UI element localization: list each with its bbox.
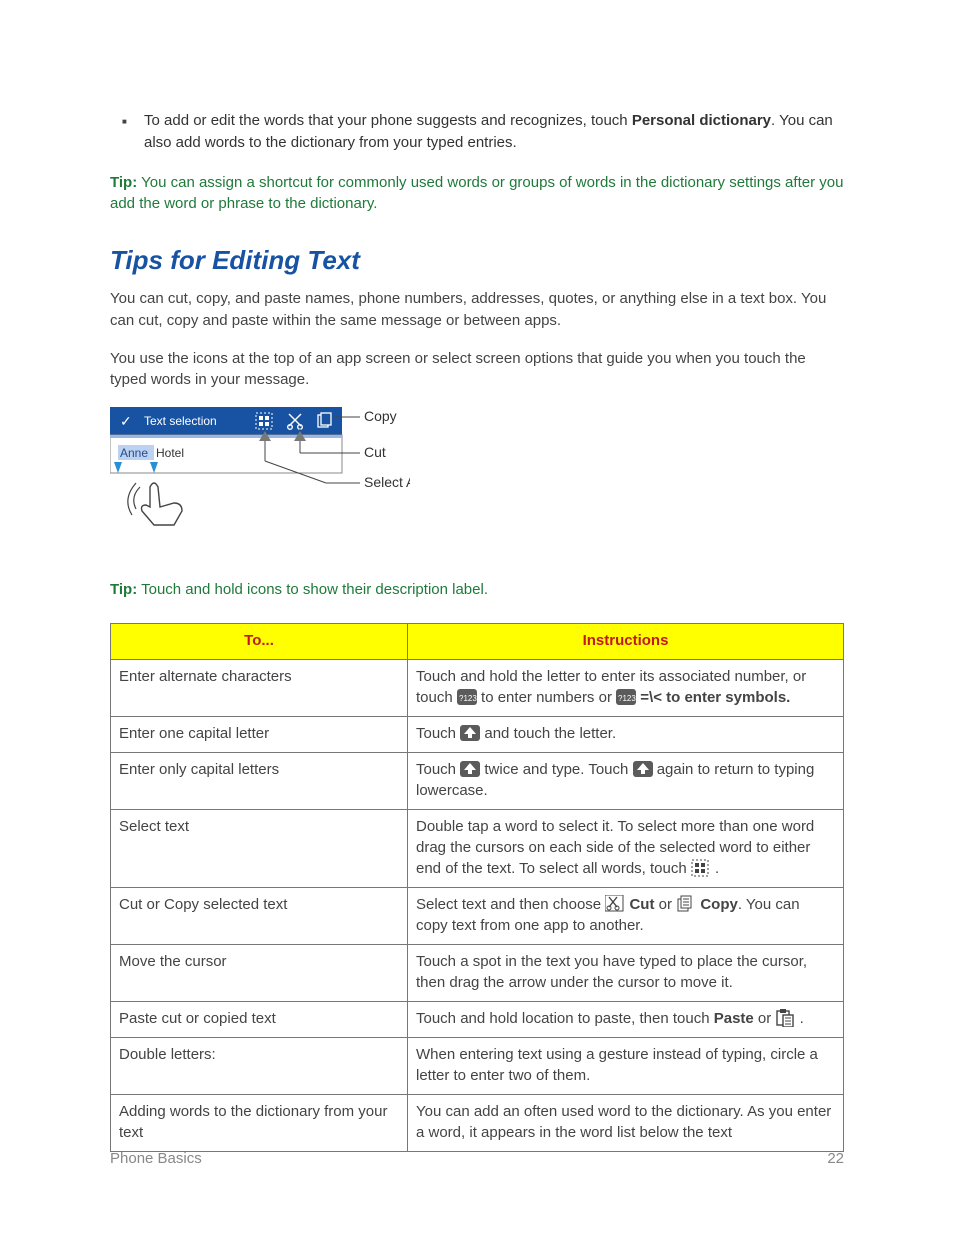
table-row: Enter only capital letters Touch twice a…	[111, 752, 844, 809]
header-to: To...	[111, 623, 408, 659]
instructions-table: To... Instructions Enter alternate chara…	[110, 623, 844, 1152]
touch-hand-icon	[128, 483, 182, 525]
tip-text: You can assign a shortcut for commonly u…	[110, 174, 843, 213]
shift-icon	[633, 761, 653, 777]
body-para-1: You can cut, copy, and paste names, phon…	[110, 288, 844, 332]
cell-to: Select text	[111, 809, 408, 887]
shift-icon	[460, 725, 480, 741]
header-instructions: Instructions	[408, 623, 844, 659]
toolbar-label: Text selection	[144, 414, 217, 428]
q123-icon: ?123	[457, 689, 477, 705]
cell-to: Double letters:	[111, 1037, 408, 1094]
body-para-2: You use the icons at the top of an app s…	[110, 348, 844, 392]
cell-ins: Touch and hold the letter to enter its a…	[408, 659, 844, 716]
footer-section: Phone Basics	[110, 1150, 202, 1167]
selected-text: Anne	[120, 446, 148, 460]
check-icon: ✓	[120, 413, 132, 429]
cell-ins: Select text and then choose Cut or Copy.…	[408, 887, 844, 944]
cell-to: Enter only capital letters	[111, 752, 408, 809]
text-selection-diagram: ✓ Text selection	[110, 407, 410, 561]
svg-text:?123: ?123	[618, 694, 636, 703]
tip-label: Tip:	[110, 581, 137, 598]
table-row: Enter alternate characters Touch and hol…	[111, 659, 844, 716]
table-row: Move the cursor Touch a spot in the text…	[111, 944, 844, 1001]
footer-page: 22	[827, 1150, 844, 1167]
cut-label: Cut	[625, 896, 654, 913]
table-header-row: To... Instructions	[111, 623, 844, 659]
table-row: Paste cut or copied text Touch and hold …	[111, 1001, 844, 1037]
cell-to: Adding words to the dictionary from your…	[111, 1094, 408, 1151]
shift-icon	[460, 761, 480, 777]
bullet-list: To add or edit the words that your phone…	[110, 110, 844, 154]
label-copy: Copy	[364, 408, 397, 424]
cell-ins: Touch and touch the letter.	[408, 716, 844, 752]
table-row: Enter one capital letter Touch and touch…	[111, 716, 844, 752]
page-footer: Phone Basics 22	[110, 1150, 844, 1167]
cell-to: Enter one capital letter	[111, 716, 408, 752]
cell-ins: Touch and hold location to paste, then t…	[408, 1001, 844, 1037]
cut-icon	[605, 895, 625, 913]
select-all-icon	[691, 859, 711, 877]
table-row: Cut or Copy selected text Select text an…	[111, 887, 844, 944]
tip-text: Touch and hold icons to show their descr…	[137, 581, 488, 598]
bullet-text-pre: To add or edit the words that your phone…	[144, 112, 632, 129]
bullet-item: To add or edit the words that your phone…	[110, 110, 844, 154]
cell-to: Cut or Copy selected text	[111, 887, 408, 944]
cell-to: Paste cut or copied text	[111, 1001, 408, 1037]
table-row: Double letters: When entering text using…	[111, 1037, 844, 1094]
cell-ins: Touch a spot in the text you have typed …	[408, 944, 844, 1001]
cell-ins: Double tap a word to select it. To selec…	[408, 809, 844, 887]
cell-ins: When entering text using a gesture inste…	[408, 1037, 844, 1094]
copy-label: Copy	[696, 896, 738, 913]
label-cut: Cut	[364, 444, 386, 460]
tip-1: Tip: You can assign a shortcut for commo…	[110, 172, 844, 216]
paste-label: Paste	[714, 1010, 754, 1027]
cell-ins: Touch twice and type. Touch again to ret…	[408, 752, 844, 809]
cell-to: Move the cursor	[111, 944, 408, 1001]
paste-icon	[775, 1009, 795, 1027]
section-heading: Tips for Editing Text	[110, 245, 844, 276]
bold-personal-dictionary: Personal dictionary	[632, 112, 771, 129]
svg-text:?123: ?123	[459, 694, 477, 703]
cell-to: Enter alternate characters	[111, 659, 408, 716]
copy-icon	[676, 895, 696, 913]
tip-2: Tip: Touch and hold icons to show their …	[110, 579, 844, 601]
table-row: Select text Double tap a word to select …	[111, 809, 844, 887]
label-select-all: Select All	[364, 474, 410, 490]
plain-text: Hotel	[156, 446, 184, 460]
q123-icon: ?123	[616, 689, 636, 705]
tip-label: Tip:	[110, 174, 137, 191]
diagram-svg: ✓ Text selection	[110, 407, 410, 557]
table-row: Adding words to the dictionary from your…	[111, 1094, 844, 1151]
cell-ins: You can add an often used word to the di…	[408, 1094, 844, 1151]
